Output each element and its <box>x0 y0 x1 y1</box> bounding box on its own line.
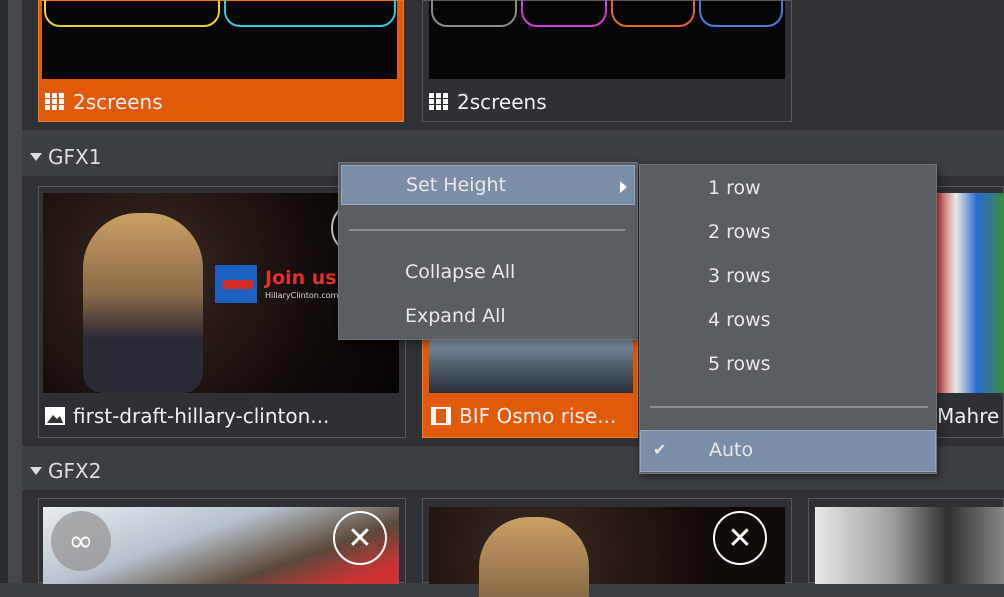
screen-preview-8 <box>699 0 783 27</box>
section-title: GFX2 <box>48 459 102 483</box>
card-thumbnail <box>42 0 397 79</box>
menu-item-collapse-all[interactable]: Collapse All <box>341 255 633 291</box>
person-silhouette <box>83 213 203 393</box>
screen-preview-5 <box>431 0 517 27</box>
menu-item-set-height[interactable]: Set Height <box>341 165 635 205</box>
submenu-item-2-rows[interactable]: 2 rows <box>640 213 934 253</box>
card-thumbnail <box>429 0 785 79</box>
side-panel-edge <box>8 0 22 583</box>
grid-icon <box>429 93 448 110</box>
screen-preview-cyan <box>224 0 396 27</box>
submenu-item-label: 4 rows <box>708 309 771 331</box>
chevron-right-icon <box>620 181 627 193</box>
image-icon <box>45 407 65 425</box>
card-label: first-draft-hillary-clinton... <box>45 401 400 431</box>
submenu-item-label: 5 rows <box>708 353 771 375</box>
screens-card-left[interactable]: 2screens <box>38 0 404 122</box>
card-thumbnail <box>429 337 633 393</box>
submenu-item-auto[interactable]: ✔ Auto <box>640 430 936 472</box>
screen-preview-6 <box>521 0 607 27</box>
close-icon[interactable]: ✕ <box>713 511 767 565</box>
submenu-item-1-row[interactable]: 1 row <box>640 169 934 209</box>
menu-item-expand-all[interactable]: Expand All <box>341 299 633 335</box>
section-title: GFX1 <box>48 145 102 169</box>
set-height-submenu: 1 row 2 rows 3 rows 4 rows 5 rows ✔ Auto <box>639 164 937 474</box>
grid-icon <box>45 93 64 110</box>
card-label: BIF Osmo rise... <box>431 401 636 431</box>
collapse-triangle-icon <box>30 153 42 161</box>
overlay-subtext: HillaryClinton.com/... <box>265 291 349 300</box>
collapse-triangle-icon <box>30 467 42 475</box>
campaign-logo-icon <box>215 265 257 303</box>
card-label: 2screens <box>45 87 385 117</box>
card-title: BIF Osmo rise... <box>459 404 617 428</box>
section-header-gfx2[interactable]: GFX2 <box>30 456 101 486</box>
person-silhouette <box>479 517 589 597</box>
card-thumbnail <box>815 507 1004 584</box>
card-title: 2screens <box>457 90 547 114</box>
card-thumbnail <box>935 193 1004 393</box>
card-title: Mahre <box>937 404 1000 428</box>
screen-preview-yellow <box>44 0 220 27</box>
submenu-item-label: 1 row <box>708 177 761 199</box>
card-label: 2screens <box>429 87 769 117</box>
submenu-item-3-rows[interactable]: 3 rows <box>640 257 934 297</box>
menu-item-label: Expand All <box>405 305 506 327</box>
menu-separator <box>650 406 928 408</box>
submenu-item-5-rows[interactable]: 5 rows <box>640 345 934 385</box>
card-title: first-draft-hillary-clinton... <box>73 404 330 428</box>
media-card-soccer[interactable]: Mahre <box>930 186 1004 438</box>
film-icon <box>431 407 451 425</box>
media-card-dog[interactable] <box>808 498 1004 584</box>
card-thumbnail: ✕ <box>429 507 785 597</box>
infinity-icon[interactable]: ∞ <box>51 511 111 571</box>
window-edge <box>0 0 8 583</box>
submenu-item-label: Auto <box>709 439 754 461</box>
screen-preview-7 <box>611 0 695 27</box>
submenu-item-label: 2 rows <box>708 221 771 243</box>
submenu-item-4-rows[interactable]: 4 rows <box>640 301 934 341</box>
context-menu: Set Height Collapse All Expand All <box>338 162 638 340</box>
media-card-hillary-2[interactable]: ✕ <box>422 498 792 597</box>
overlay-text: Join us <box>265 267 337 289</box>
media-card-snow[interactable]: ∞ ✕ <box>38 498 406 584</box>
menu-separator <box>349 229 625 231</box>
close-icon[interactable]: ✕ <box>333 511 387 565</box>
check-icon: ✔ <box>653 440 667 459</box>
section-header-gfx1[interactable]: GFX1 <box>30 142 101 172</box>
menu-item-label: Set Height <box>406 174 507 196</box>
card-label: Mahre <box>937 401 1004 431</box>
submenu-item-label: 3 rows <box>708 265 771 287</box>
screens-card-right[interactable]: 2screens <box>422 0 792 122</box>
card-thumbnail: ∞ ✕ <box>43 507 399 584</box>
card-title: 2screens <box>73 90 163 114</box>
menu-item-label: Collapse All <box>405 261 516 283</box>
